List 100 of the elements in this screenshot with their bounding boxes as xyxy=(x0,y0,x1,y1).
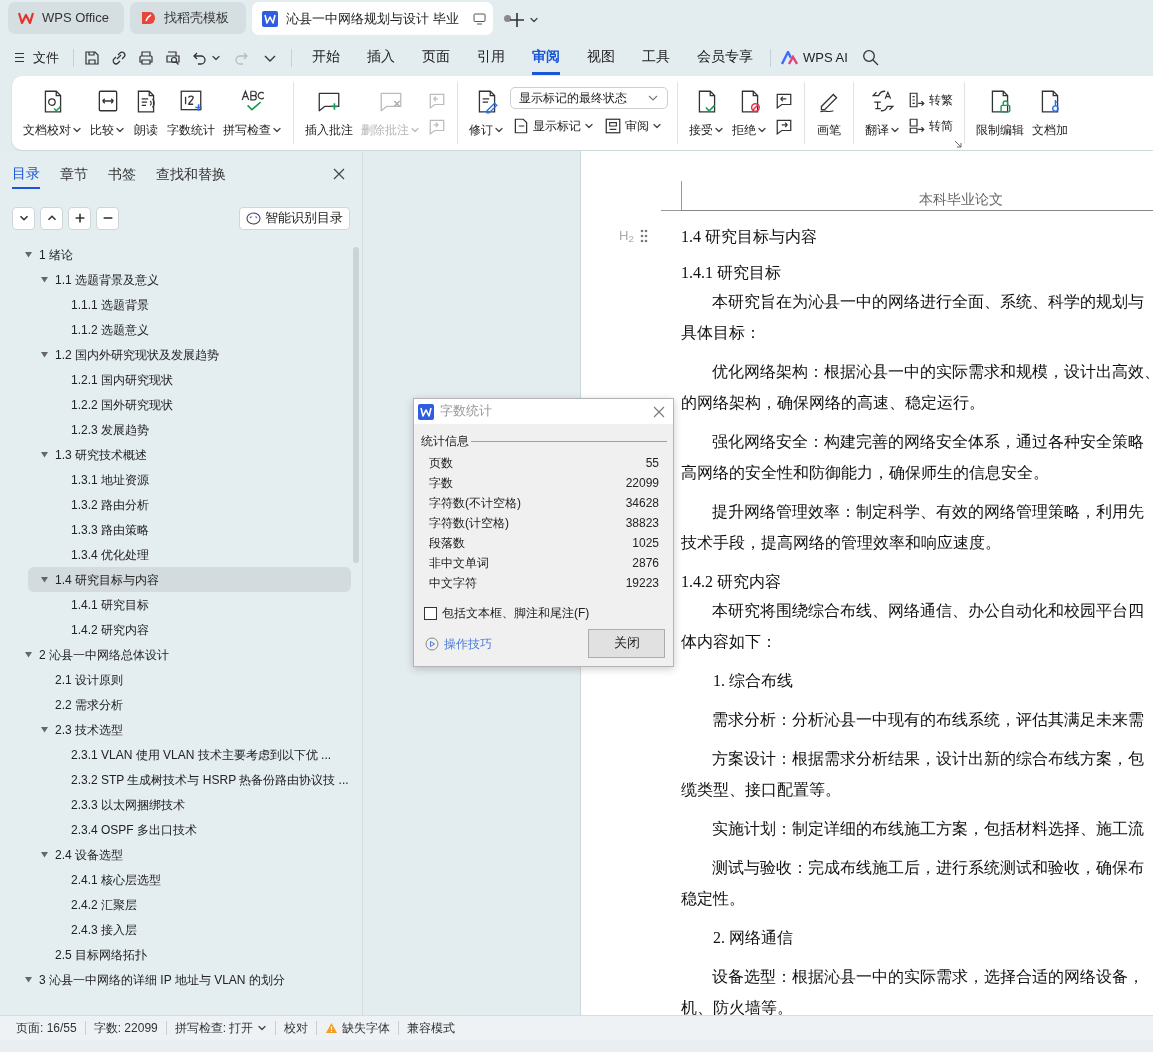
ribbon-button[interactable]: 拼写检查 xyxy=(219,87,286,139)
toc-item[interactable]: 1.2.2 国外研究现状 xyxy=(0,392,323,417)
toc-item[interactable]: 2.3.4 OSPF 多出口技术 xyxy=(0,817,323,842)
toc-item[interactable]: 3 沁县一中网络的详细 IP 地址与 VLAN 的划分 xyxy=(0,967,323,992)
pane-tab[interactable]: 章节 xyxy=(60,159,88,189)
ribbon-tab[interactable]: 工具 xyxy=(642,40,670,75)
link-icon[interactable] xyxy=(111,49,127,66)
ribbon-button[interactable]: 朗读 xyxy=(129,87,163,139)
tips-link[interactable]: 操作技巧 xyxy=(425,634,492,653)
pane-tab[interactable]: 目录 xyxy=(12,159,40,189)
toc-item[interactable]: 1.1 选题背景及意义 xyxy=(0,267,323,292)
close-icon[interactable] xyxy=(332,167,346,181)
toc-item[interactable]: 2.4.1 核心层选型 xyxy=(0,867,323,892)
save-icon[interactable] xyxy=(84,49,100,66)
stat-label: 非中文单词 xyxy=(429,555,489,572)
toc-item[interactable]: 1.3.3 路由策略 xyxy=(0,517,323,542)
print-preview-icon[interactable] xyxy=(165,49,181,66)
ribbon-button[interactable]: 审阅 xyxy=(602,113,664,139)
ribbon-button[interactable]: 插入批注 xyxy=(301,87,357,139)
document-tab[interactable]: WPS Office xyxy=(8,2,124,34)
toc-item[interactable]: 1.3.4 优化处理 xyxy=(0,542,323,567)
ribbon-button[interactable]: 显示标记 xyxy=(510,113,596,139)
dialog-launcher-icon[interactable] xyxy=(954,140,962,148)
ribbon-tab[interactable]: 视图 xyxy=(587,40,615,75)
ribbon-button[interactable]: 文档加 xyxy=(1028,87,1072,139)
ribbon-button[interactable]: 字数统计 xyxy=(163,87,219,139)
toc-item[interactable]: 1.2.1 国内研究现状 xyxy=(0,367,323,392)
ribbon-button[interactable]: 拒绝 xyxy=(728,87,771,139)
next-comment-icon xyxy=(428,117,446,135)
missing-font-status[interactable]: 缺失字体 xyxy=(317,1019,399,1037)
toc-item[interactable]: 2.5 目标网络拓扑 xyxy=(0,942,323,967)
tab-list-caret-icon[interactable] xyxy=(529,15,539,25)
ribbon-button[interactable]: 转简 xyxy=(906,113,955,139)
toc-item[interactable]: 1.1.2 选题意义 xyxy=(0,317,323,342)
ribbon-tab[interactable]: 页面 xyxy=(422,40,450,75)
toc-item[interactable]: 1.4.2 研究内容 xyxy=(0,617,323,642)
toc-item[interactable]: 1.2.3 发展趋势 xyxy=(0,417,323,442)
expanded-triangle-icon xyxy=(40,850,49,859)
close-button[interactable]: 关闭 xyxy=(588,629,665,658)
ribbon-button[interactable]: 修订 xyxy=(465,87,508,139)
expand-all-button[interactable] xyxy=(40,206,63,230)
ribbon-button[interactable]: 比较 xyxy=(86,87,129,139)
toc-item[interactable]: 1.4.1 研究目标 xyxy=(0,592,323,617)
spell-check-status[interactable]: 拼写检查: 打开 xyxy=(166,1019,276,1037)
toc-item[interactable]: 2.3.2 STP 生成树技术与 HSRP 热备份路由协议技 ... xyxy=(0,767,349,792)
toc-item[interactable]: 1.3 研究技术概述 xyxy=(0,442,323,467)
toc-item[interactable]: 2.4 设备选型 xyxy=(0,842,323,867)
smart-toc-button[interactable]: 智能识别目录 xyxy=(239,206,350,230)
writer-logo-icon xyxy=(418,403,434,420)
markup-view-select[interactable]: 显示标记的最终状态 xyxy=(510,87,668,109)
document-tab[interactable]: 找稻壳模板 xyxy=(130,2,246,34)
ribbon-tab[interactable]: 引用 xyxy=(477,40,505,75)
pane-tab[interactable]: 查找和替换 xyxy=(156,159,226,189)
demote-button[interactable] xyxy=(96,206,119,230)
paragraph-line: 体内容如下： xyxy=(681,632,778,652)
add-tab-icon[interactable] xyxy=(509,12,525,28)
toc-item[interactable]: 2.3.3 以太网捆绑技术 xyxy=(0,792,323,817)
toc-item[interactable]: 2.4.3 接入层 xyxy=(0,917,323,942)
toc-item[interactable]: 1.3.1 地址资源 xyxy=(0,467,323,492)
ribbon-button[interactable]: 限制编辑 xyxy=(972,87,1028,139)
ribbon-button[interactable]: 文档校对 xyxy=(19,87,86,139)
ribbon-button[interactable]: 画笔 xyxy=(812,87,846,139)
next-change-icon xyxy=(775,117,793,135)
toc-item[interactable]: 2.4.2 汇聚层 xyxy=(0,892,323,917)
toc-item[interactable]: 2.3.1 VLAN 使用 VLAN 技术主要考虑到以下优 ... xyxy=(0,742,332,767)
checkbox[interactable] xyxy=(424,606,437,620)
caret-icon xyxy=(652,121,662,131)
convert-traditional-icon xyxy=(908,91,926,109)
promote-button[interactable] xyxy=(68,206,91,230)
drag-handle-icon[interactable] xyxy=(639,228,648,243)
ribbon-button[interactable]: 转繁 xyxy=(906,87,955,113)
ribbon-button[interactable]: 翻译 xyxy=(861,87,904,139)
expanded-triangle-icon xyxy=(24,250,33,259)
smart-recognize-icon xyxy=(246,211,261,225)
toc-item[interactable]: 1.1.1 选题背景 xyxy=(0,292,323,317)
pane-tab[interactable]: 书签 xyxy=(108,159,136,189)
close-icon[interactable] xyxy=(653,405,665,418)
toc-item[interactable]: 2.2 需求分析 xyxy=(0,692,323,717)
toc-item[interactable]: 2.3 技术选型 xyxy=(0,717,323,742)
toc-item[interactable]: 2.1 设计原则 xyxy=(0,667,323,692)
toc-item[interactable]: 1.3.2 路由分析 xyxy=(0,492,323,517)
scrollbar-thumb[interactable] xyxy=(353,247,359,563)
collapse-all-button[interactable] xyxy=(12,206,35,230)
toc-item[interactable]: 2 沁县一中网络总体设计 xyxy=(0,642,323,667)
toc-item[interactable]: 1.2 国内外研究现状及发展趋势 xyxy=(0,342,323,367)
toc-item[interactable]: 1.4 研究目标与内容 xyxy=(28,567,351,592)
toc-item[interactable]: 1 绪论 xyxy=(0,242,323,267)
print-icon[interactable] xyxy=(138,49,154,66)
stat-value: 19223 xyxy=(625,575,659,592)
search-icon[interactable] xyxy=(861,49,879,66)
ribbon-button[interactable]: 接受 xyxy=(685,87,728,139)
ribbon-tab[interactable]: 会员专享 xyxy=(697,40,753,75)
ribbon-tab[interactable]: 插入 xyxy=(367,40,395,75)
file-menu[interactable]: 文件 xyxy=(14,47,59,68)
dialog-title: 字数统计 xyxy=(440,403,492,421)
ai-logo-icon xyxy=(781,50,798,65)
wps-ai-button[interactable]: WPS AI xyxy=(781,47,848,68)
ribbon-tab[interactable]: 开始 xyxy=(312,40,340,75)
convert-simplified-icon xyxy=(908,117,926,135)
previous-change-icon xyxy=(775,91,793,109)
